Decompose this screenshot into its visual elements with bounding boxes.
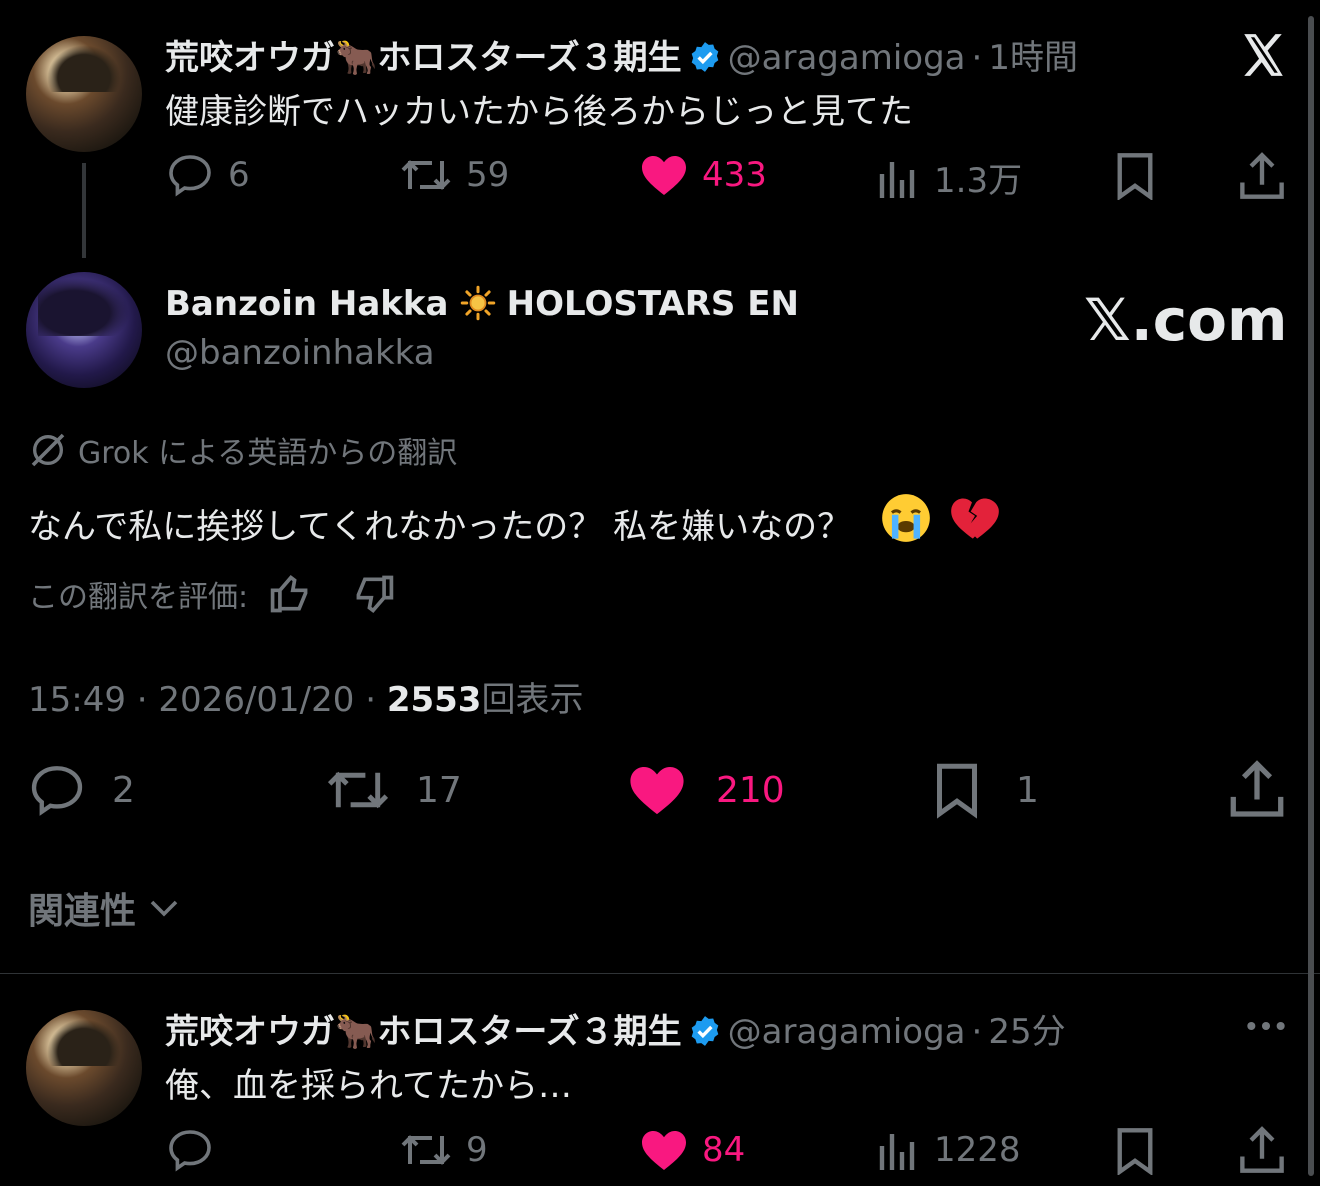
views-count: 2553 (386, 680, 482, 720)
repost-icon (401, 1135, 451, 1165)
views-button[interactable]: 1.3万 (876, 153, 1022, 202)
separator: · (971, 38, 983, 78)
site-label[interactable]: 𝕏.com (1084, 286, 1287, 354)
sort-label: 関連性 (28, 891, 137, 932)
bookmark-button[interactable]: 1 (932, 760, 1039, 820)
thumbs-up-icon[interactable] (268, 572, 312, 616)
reply-count: 6 (228, 155, 250, 195)
bookmark-count: 1 (1016, 769, 1039, 811)
repost-count: 17 (416, 769, 462, 811)
like-count: 210 (716, 769, 785, 811)
display-name[interactable]: Banzoin Hakka (165, 284, 448, 324)
repost-button[interactable]: 17 (326, 762, 462, 818)
repost-count: 9 (466, 1130, 488, 1170)
repost-icon (401, 160, 451, 190)
tweet-meta: 15:49 · 2026/01/20 · 2553回表示 (28, 672, 583, 721)
tweet-header: Banzoin Hakka HOLOSTARS EN (165, 284, 799, 324)
views-button[interactable]: 1228 (876, 1128, 1021, 1172)
heart-icon (642, 1131, 686, 1170)
post-time[interactable]: 15:49 (28, 680, 126, 720)
avatar[interactable] (26, 1010, 142, 1126)
rate-translation: この翻訳を評価: (28, 572, 396, 616)
thumbs-down-icon[interactable] (352, 572, 396, 616)
sun-icon (460, 285, 495, 321)
tweet-text: 健康診断でハッカいたから後ろからじっと見てた (165, 92, 913, 132)
separator: · (365, 680, 377, 720)
separator: · (971, 1012, 983, 1052)
reply-button[interactable]: 6 (166, 153, 250, 197)
views-label: 回表示 (481, 680, 584, 720)
display-name[interactable]: 荒咬オウガ🐂ホロスターズ３期生 (165, 38, 682, 78)
view-count: 1228 (934, 1130, 1021, 1170)
heart-icon (630, 767, 684, 815)
translation-text: Grok による英語からの翻訳 (78, 436, 458, 471)
tweet-text: 俺、血を採られてたから… (165, 1066, 572, 1106)
heart-icon (642, 156, 686, 195)
reply-icon (31, 766, 83, 816)
timestamp[interactable]: 1時間 (988, 38, 1078, 78)
repost-icon (327, 771, 389, 809)
like-button[interactable]: 84 (640, 1128, 745, 1172)
view-count: 1.3万 (934, 161, 1023, 201)
bookmark-icon[interactable] (1112, 1127, 1158, 1175)
analytics-icon (879, 1134, 915, 1170)
avatar[interactable] (26, 36, 142, 152)
analytics-icon (879, 161, 915, 198)
reply-button[interactable]: 2 (28, 762, 135, 818)
grok-icon (31, 433, 65, 467)
tweet-text-row: なんで私に挨拶してくれなかったの？ 私を嫌いなの？ (28, 492, 1001, 548)
tweet-header: 荒咬オウガ🐂ホロスターズ３期生 @aragamioga · 25分 (165, 1004, 1066, 1053)
rate-label: この翻訳を評価: (28, 580, 249, 615)
repost-count: 59 (466, 155, 510, 195)
divider (0, 973, 1320, 974)
like-count: 84 (702, 1130, 746, 1170)
display-name[interactable]: 荒咬オウガ🐂ホロスターズ３期生 (165, 1012, 682, 1052)
chevron-down-icon (150, 900, 178, 917)
timestamp[interactable]: 25分 (988, 1012, 1065, 1052)
tweet-text: なんで私に挨拶してくれなかったの？ 私を嫌いなの？ (28, 507, 852, 547)
display-name-badge: HOLOSTARS EN (506, 284, 799, 324)
share-icon[interactable] (1228, 760, 1286, 818)
bookmark-icon[interactable] (1112, 152, 1158, 200)
reply-count: 2 (112, 769, 135, 811)
handle[interactable]: @banzoinhakka (165, 333, 435, 373)
separator: · (136, 680, 148, 720)
post-date[interactable]: 2026/01/20 (158, 680, 354, 720)
bookmark-icon (937, 763, 977, 819)
thread-connector (82, 163, 86, 258)
reply-icon (169, 1130, 211, 1172)
share-icon[interactable] (1238, 152, 1286, 200)
repost-button[interactable]: 59 (400, 153, 509, 197)
more-options-icon[interactable] (1244, 1014, 1288, 1038)
reply-icon (169, 155, 211, 197)
like-button[interactable]: 433 (640, 153, 767, 197)
share-icon[interactable] (1238, 1126, 1286, 1174)
avatar[interactable] (26, 272, 142, 388)
translation-label[interactable]: Grok による英語からの翻訳 (28, 428, 457, 472)
like-button[interactable]: 210 (628, 762, 785, 818)
loudly-crying-face-icon (882, 494, 930, 542)
verified-badge-icon (691, 1016, 718, 1046)
handle[interactable]: @aragamioga (728, 38, 966, 78)
sort-dropdown[interactable]: 関連性 (28, 882, 182, 934)
scrollbar[interactable] (1308, 16, 1314, 1176)
repost-button[interactable]: 9 (400, 1128, 488, 1172)
broken-heart-icon (950, 498, 999, 539)
x-logo-icon[interactable] (1238, 30, 1288, 80)
handle[interactable]: @aragamioga (728, 1012, 966, 1052)
reply-button[interactable] (166, 1128, 228, 1172)
tweet-header: 荒咬オウガ🐂ホロスターズ３期生 @aragamioga · 1時間 (165, 30, 1078, 79)
verified-badge-icon (691, 42, 718, 72)
like-count: 433 (702, 155, 767, 195)
